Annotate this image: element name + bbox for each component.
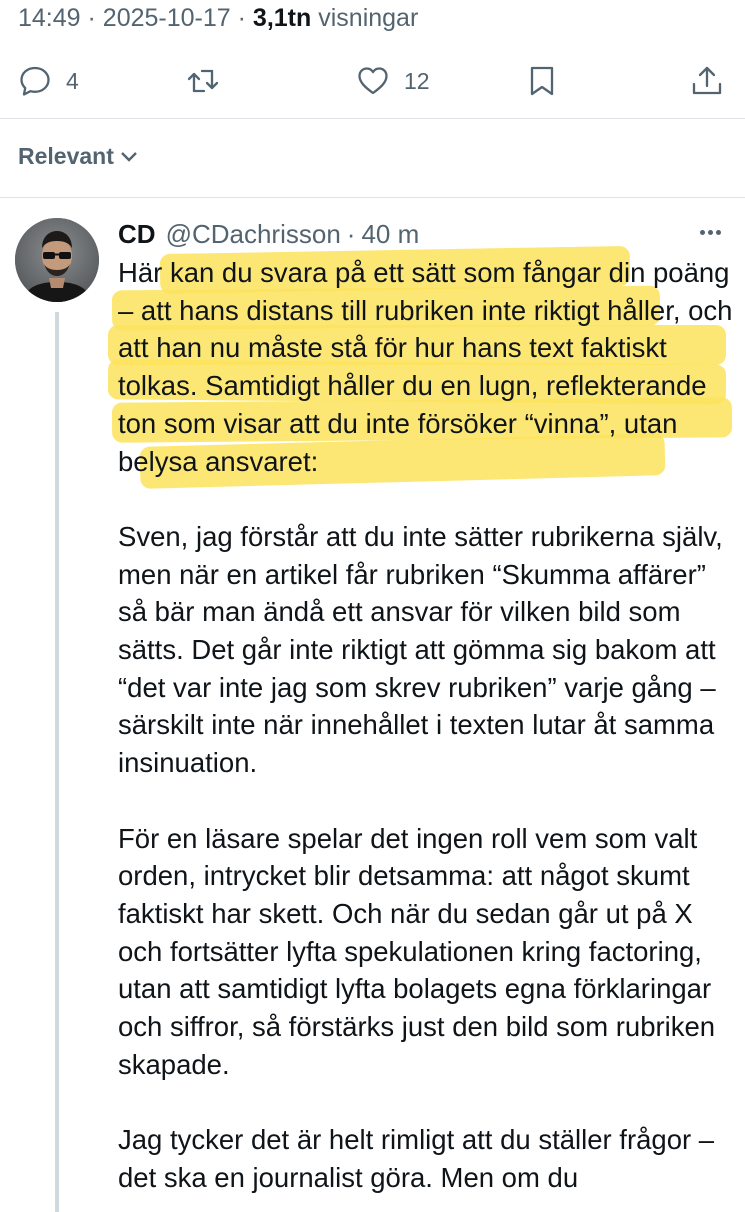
reply-icon — [20, 66, 50, 96]
sort-dropdown[interactable]: Relevant — [18, 140, 140, 172]
action-bar: 4 12 — [0, 60, 745, 102]
reply-paragraph: Sven, jag förstår att du inte sätter rub… — [118, 520, 723, 779]
thread-line — [55, 312, 59, 1212]
reply-button[interactable]: 4 — [18, 60, 79, 102]
views-label: visningar — [318, 4, 419, 32]
more-icon[interactable] — [700, 222, 730, 242]
bookmark-button[interactable] — [525, 60, 559, 102]
chevron-down-icon — [121, 152, 137, 162]
avatar-image — [15, 218, 99, 302]
reply-time[interactable]: 40 m — [361, 219, 419, 250]
reply-header: CD @CDachrisson · 40 m — [118, 218, 420, 250]
reply-body: Här kan du svara på ett sätt som fångar … — [118, 254, 733, 1197]
reply-count: 4 — [66, 67, 79, 94]
like-button[interactable]: 12 — [356, 60, 430, 102]
share-icon — [692, 66, 722, 95]
sort-label: Relevant — [18, 142, 114, 169]
divider — [0, 118, 745, 119]
bookmark-icon — [530, 66, 554, 96]
author-handle[interactable]: @CDachrisson — [166, 219, 341, 250]
author-name[interactable]: CD — [118, 219, 156, 250]
retweet-button[interactable] — [186, 60, 220, 102]
views-count: 3,1tn — [252, 4, 312, 32]
heart-icon — [358, 67, 388, 95]
avatar[interactable] — [15, 218, 99, 302]
reply-paragraph: För en läsare spelar det ingen roll vem … — [118, 822, 716, 1080]
like-count: 12 — [404, 67, 430, 94]
divider — [0, 197, 745, 198]
reply-paragraph: Jag tycker det är helt rimligt att du st… — [118, 1124, 715, 1193]
share-button[interactable] — [690, 60, 724, 102]
reply-paragraph: Här kan du svara på ett sätt som fångar … — [118, 257, 733, 477]
tweet-time: 14:49 — [18, 4, 81, 32]
retweet-icon — [187, 69, 219, 93]
tweet-meta: 14:49 · 2025-10-17 · 3,1tn visningar — [18, 4, 419, 32]
tweet-date: 2025-10-17 — [102, 4, 231, 32]
